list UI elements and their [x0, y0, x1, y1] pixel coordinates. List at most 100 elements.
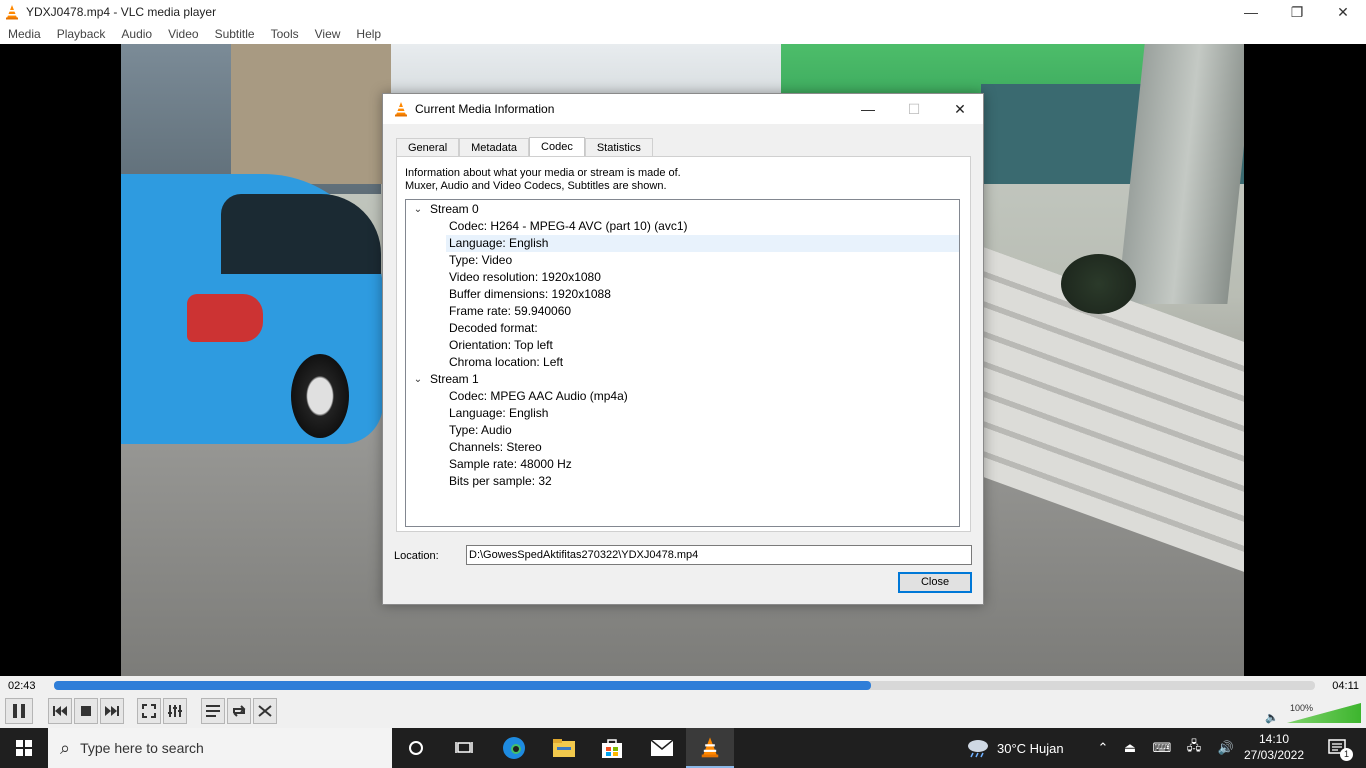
extended-settings-button[interactable]	[163, 698, 187, 724]
tree-item[interactable]: Orientation: Top left	[406, 337, 959, 354]
previous-button[interactable]	[48, 698, 72, 724]
video-bush	[1061, 254, 1136, 314]
tree-item[interactable]: Chroma location: Left	[406, 354, 959, 371]
menu-view[interactable]: View	[307, 27, 349, 41]
edge-taskbar-button[interactable]	[490, 728, 538, 768]
stream-label: Stream 1	[430, 372, 479, 386]
tree-stream-1[interactable]: ⌄ Stream 1	[406, 371, 959, 388]
seek-bar[interactable]	[54, 681, 1315, 690]
windows-start-icon	[16, 740, 32, 756]
tree-item[interactable]: Language: English	[406, 405, 959, 422]
video-car-wheel	[291, 354, 349, 438]
tree-item[interactable]: Video resolution: 1920x1080	[406, 269, 959, 286]
tab-metadata[interactable]: Metadata	[459, 138, 530, 157]
system-clock[interactable]: 14:10 27/03/2022	[1240, 731, 1308, 763]
codec-panel: Information about what your media or str…	[396, 156, 971, 532]
keyboard-language-icon[interactable]: ⌨	[1146, 740, 1178, 756]
weather-widget[interactable]: 30°C Hujan	[966, 728, 1064, 768]
taskbar-search[interactable]: ⌕ Type here to search	[48, 728, 392, 768]
chevron-up-icon[interactable]: ⌃	[1092, 740, 1114, 756]
tree-item[interactable]: Sample rate: 48000 Hz	[406, 456, 959, 473]
menu-video[interactable]: Video	[160, 27, 206, 41]
tree-item[interactable]: Buffer dimensions: 1920x1088	[406, 286, 959, 303]
task-view-icon-button[interactable]	[440, 728, 488, 768]
menu-audio[interactable]: Audio	[113, 27, 160, 41]
window-title: YDXJ0478.mp4 - VLC media player	[26, 5, 217, 19]
mail-taskbar-button[interactable]	[638, 728, 686, 768]
dialog-title-bar: Current Media Information — ☐ ✕	[383, 94, 983, 124]
menu-tools[interactable]: Tools	[263, 27, 307, 41]
menu-playback[interactable]: Playback	[49, 27, 114, 41]
close-window-button[interactable]: ✕	[1320, 0, 1366, 24]
vlc-cone-icon	[395, 102, 407, 117]
video-car-window	[221, 194, 381, 274]
tray-icons: ⌃ ⏏ ⌨ 🖧 🔊	[1092, 728, 1242, 768]
tree-item[interactable]: Channels: Stereo	[406, 439, 959, 456]
chevron-down-icon[interactable]: ⌄	[412, 371, 424, 388]
store-taskbar-button[interactable]	[588, 728, 636, 768]
tree-stream-0[interactable]: ⌄ Stream 0	[406, 201, 959, 218]
tree-item-selected[interactable]: Language: English	[406, 235, 959, 252]
chevron-down-icon[interactable]: ⌄	[412, 201, 424, 218]
fullscreen-icon	[142, 704, 156, 718]
notification-count: 1	[1340, 748, 1353, 761]
stream-tree[interactable]: ⌄ Stream 0 Codec: H264 - MPEG-4 AVC (par…	[405, 199, 960, 527]
codec-info-text: Information about what your media or str…	[405, 167, 681, 193]
edge-browser-icon	[503, 737, 525, 759]
stop-button[interactable]	[74, 698, 98, 724]
tree-item[interactable]: Codec: H264 - MPEG-4 AVC (part 10) (avc1…	[406, 218, 959, 235]
vlc-cone-icon	[6, 5, 18, 20]
loop-button[interactable]	[227, 698, 251, 724]
tree-item[interactable]: Codec: MPEG AAC Audio (mp4a)	[406, 388, 959, 405]
maximize-button[interactable]: ❐	[1274, 0, 1320, 24]
volume-speaker-icon[interactable]: 🔈	[1265, 711, 1279, 724]
tree-item[interactable]: Decoded format:	[406, 320, 959, 337]
network-icon[interactable]: 🖧	[1178, 737, 1210, 759]
tab-codec[interactable]: Codec	[529, 137, 585, 157]
seek-progress	[54, 681, 872, 690]
file-explorer-taskbar-button[interactable]	[540, 728, 588, 768]
stop-icon	[81, 706, 91, 716]
speaker-icon[interactable]: 🔊	[1210, 740, 1242, 756]
shuffle-button[interactable]	[253, 698, 277, 724]
task-view-button[interactable]	[392, 728, 440, 768]
tree-item[interactable]: Bits per sample: 32	[406, 473, 959, 490]
stream-label: Stream 0	[430, 202, 479, 216]
tree-item[interactable]: Type: Audio	[406, 422, 959, 439]
next-icon	[105, 706, 119, 716]
pause-button[interactable]	[5, 698, 33, 724]
next-button[interactable]	[100, 698, 124, 724]
menu-subtitle[interactable]: Subtitle	[207, 27, 263, 41]
usb-device-icon[interactable]: ⏏	[1114, 740, 1146, 756]
tree-item[interactable]: Type: Video	[406, 252, 959, 269]
tab-statistics[interactable]: Statistics	[584, 138, 653, 157]
info-line-2: Muxer, Audio and Video Codecs, Subtitles…	[405, 180, 667, 192]
tab-general[interactable]: General	[396, 138, 460, 157]
start-button[interactable]	[0, 728, 48, 768]
location-field[interactable]	[466, 545, 972, 565]
title-bar: YDXJ0478.mp4 - VLC media player — ❐ ✕	[0, 0, 1366, 24]
clock-time: 14:10	[1258, 732, 1290, 746]
task-view-icon	[455, 742, 473, 753]
taskbar: ⌕ Type here to search 30°C Hujan ⌃ ⏏ ⌨ 🖧…	[0, 728, 1366, 768]
close-button[interactable]: Close	[898, 572, 972, 593]
menu-help[interactable]: Help	[348, 27, 389, 41]
dialog-minimize-button[interactable]: —	[845, 94, 891, 124]
player-controls: 02:43 04:11 🔈 100%	[0, 676, 1366, 728]
vlc-taskbar-button[interactable]	[686, 728, 734, 768]
video-house	[231, 44, 391, 184]
notifications-button[interactable]: 1	[1322, 728, 1353, 768]
cortana-circle-icon	[409, 741, 423, 755]
fullscreen-button[interactable]	[137, 698, 161, 724]
volume-percent: 100%	[1290, 703, 1314, 713]
info-line-1: Information about what your media or str…	[405, 167, 681, 179]
total-time: 04:11	[1332, 680, 1359, 692]
dialog-controls: — ☐ ✕	[845, 94, 983, 124]
menu-media[interactable]: Media	[0, 27, 49, 41]
dialog-close-icon-button[interactable]: ✕	[937, 94, 983, 124]
shuffle-icon	[258, 705, 272, 717]
playlist-button[interactable]	[201, 698, 225, 724]
tree-item[interactable]: Frame rate: 59.940060	[406, 303, 959, 320]
minimize-button[interactable]: —	[1228, 0, 1274, 24]
window-controls: — ❐ ✕	[1228, 0, 1366, 24]
